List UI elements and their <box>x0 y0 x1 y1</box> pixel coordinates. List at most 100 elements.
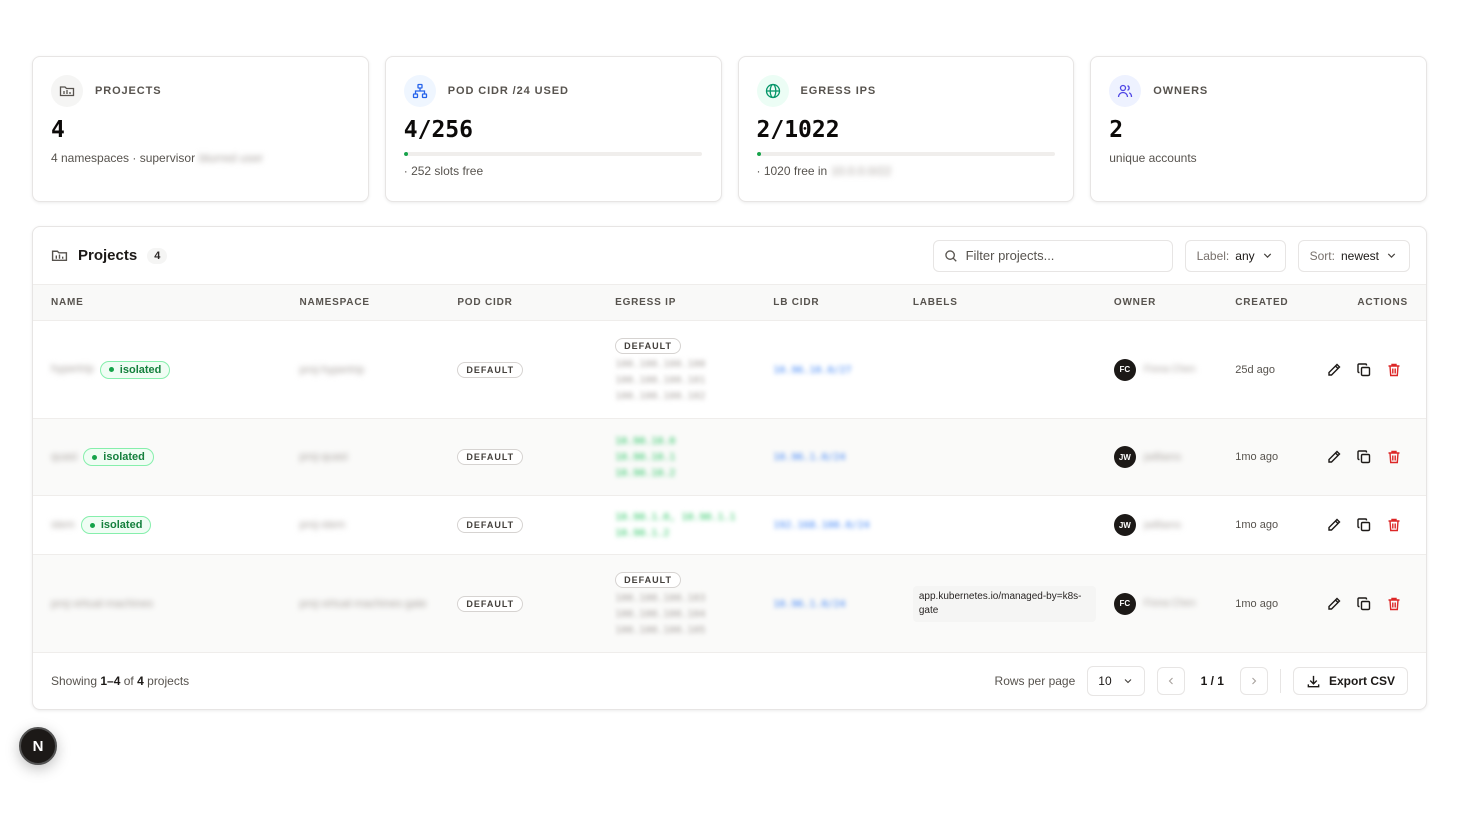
lb-cidr-link[interactable]: 10.96.10.0/27 <box>773 365 851 376</box>
select-value: any <box>1235 248 1255 263</box>
owner: JW jwilliams <box>1113 514 1217 536</box>
stat-label: EGRESS IPS <box>800 85 877 97</box>
copy-icon[interactable] <box>1356 596 1372 612</box>
stat-sub: unique accounts <box>1109 151 1408 165</box>
search-box <box>932 239 1173 272</box>
created-time: 1mo ago <box>1235 451 1279 463</box>
projects-table: NAME NAMESPACE POD CIDR EGRESS IP LB CID… <box>33 284 1426 653</box>
export-csv-button[interactable]: Export CSV <box>1292 667 1408 695</box>
copy-icon[interactable] <box>1356 517 1372 533</box>
search-icon <box>944 249 957 262</box>
stat-value: 4 <box>51 117 65 143</box>
project-name[interactable]: proj-virtual-machines <box>51 598 153 610</box>
egress-ip: 100.100.100.105 <box>615 624 706 636</box>
column-header[interactable]: LB CIDR <box>755 285 895 321</box>
sort-select[interactable]: Sort: newest <box>1297 239 1410 272</box>
avatar: JW <box>1113 446 1136 468</box>
next-page-button[interactable] <box>1239 667 1268 695</box>
table-header-row: NAME NAMESPACE POD CIDR EGRESS IP LB CID… <box>33 284 1426 321</box>
edit-icon[interactable] <box>1326 596 1342 612</box>
showing-total: 4 <box>137 674 144 688</box>
label-filter-select[interactable]: Label: any <box>1184 239 1286 272</box>
download-icon <box>1307 675 1320 687</box>
table-row[interactable]: proj-virtual-machines proj-virtual-machi… <box>33 554 1426 653</box>
stat-cards: PROJECTS 4 4 namespaces · supervisor blu… <box>32 56 1427 202</box>
status-text: isolated <box>119 363 162 376</box>
egress-ip-list: DEFAULT 100.100.100.100 100.100.100.101 … <box>615 337 755 402</box>
egress-default-chip: DEFAULT <box>615 571 681 588</box>
status-text: isolated <box>100 519 143 531</box>
chevron-down-icon <box>1387 253 1396 258</box>
table-footer: Showing 1–4 of 4 projects Rows per page … <box>33 652 1426 709</box>
table-row[interactable]: stem isolated proj-stem DEFAULT 10.90.1.0… <box>33 496 1426 555</box>
stat-card-egress: EGRESS IPS 2/1022 · 1020 free in 10.0.0.… <box>737 56 1075 202</box>
egress-ip-list: 10.90.10.0 10.90.10.1 10.90.10.2 <box>615 436 755 479</box>
stat-label: PROJECTS <box>95 85 162 97</box>
progress-fill <box>403 152 409 156</box>
egress-progress <box>756 152 1055 156</box>
lb-cidr-link[interactable]: 10.96.1.0/24 <box>773 599 845 610</box>
stat-value: 4/256 <box>403 117 473 143</box>
egress-ip-list: 10.90.1.0, 10.90.1.1 10.90.1.2 <box>615 512 755 539</box>
showing-text: Showing <box>51 674 98 688</box>
folder-icon <box>51 250 68 261</box>
trash-icon[interactable] <box>1386 596 1402 612</box>
egress-default-chip: DEFAULT <box>615 337 681 354</box>
avatar: FC <box>1113 358 1136 381</box>
label-chip: app.kubernetes.io/managed-by=k8s-gate <box>912 585 1096 622</box>
edit-icon[interactable] <box>1326 362 1342 378</box>
stat-card-projects: PROJECTS 4 4 namespaces · supervisor blu… <box>32 56 369 202</box>
column-header[interactable]: EGRESS IP <box>597 285 755 321</box>
status-text: isolated <box>103 451 145 463</box>
dev-tools-badge[interactable]: N <box>19 727 57 765</box>
chevron-left-icon <box>1168 677 1173 685</box>
stat-card-owners: OWNERS 2 unique accounts <box>1090 56 1427 202</box>
column-header: LABELS <box>912 297 958 308</box>
pod-cidr-chip: DEFAULT <box>457 361 524 378</box>
stat-sub-text: · 252 slots free <box>403 164 484 178</box>
status-dot <box>92 454 98 460</box>
panel-title-text: Projects <box>78 247 138 264</box>
table-row[interactable]: hypertrip isolated proj-hypertrip DEFAULT… <box>33 321 1426 419</box>
trash-icon[interactable] <box>1386 362 1402 378</box>
column-header[interactable]: OWNER <box>1096 285 1217 321</box>
showing-text: projects <box>147 674 190 688</box>
project-name[interactable]: quasi <box>51 451 77 463</box>
egress-ip: 100.100.100.102 <box>615 390 706 402</box>
rows-per-page-select[interactable]: 10 <box>1087 666 1145 696</box>
column-header[interactable]: POD CIDR <box>439 285 597 321</box>
copy-icon[interactable] <box>1356 362 1372 378</box>
chevron-down-icon <box>1124 679 1132 684</box>
lb-cidr-link[interactable]: 10.96.1.0/24 <box>773 452 845 463</box>
stat-sub: · 252 slots free <box>404 164 703 178</box>
avatar: FC <box>1113 592 1136 615</box>
stat-label: OWNERS <box>1153 85 1209 97</box>
column-header[interactable]: CREATED <box>1217 285 1307 321</box>
created-time: 25d ago <box>1235 363 1276 376</box>
lb-cidr-link[interactable]: 192.168.100.0/24 <box>773 520 869 531</box>
project-name[interactable]: stem <box>51 519 75 531</box>
edit-icon[interactable] <box>1326 517 1342 533</box>
trash-icon[interactable] <box>1386 449 1402 465</box>
select-value: newest <box>1340 248 1379 263</box>
showing-range: 1–4 <box>100 674 121 688</box>
copy-icon[interactable] <box>1356 449 1372 465</box>
table-row[interactable]: quasi isolated proj-quasi DEFAULT 10.90.1… <box>33 418 1426 496</box>
stat-card-pod-cidr: POD CIDR /24 USED 4/256 · 252 slots free <box>384 56 722 202</box>
egress-ip: 100.100.100.101 <box>615 374 706 386</box>
rows-per-page-label: Rows per page <box>994 674 1076 688</box>
column-header[interactable]: NAMESPACE <box>281 285 439 321</box>
owner-name: jwilliams <box>1143 451 1182 463</box>
prev-page-button[interactable] <box>1156 667 1185 695</box>
column-header: ACTIONS <box>1357 297 1408 308</box>
owner-name: Fiona Chen <box>1143 598 1196 609</box>
avatar: JW <box>1113 514 1136 536</box>
select-key: Sort: <box>1309 248 1335 263</box>
search-input[interactable] <box>965 248 1156 263</box>
column-header[interactable]: NAME <box>33 285 281 321</box>
namespace: proj-quasi <box>299 451 348 463</box>
edit-icon[interactable] <box>1326 449 1342 465</box>
project-name[interactable]: hypertrip <box>51 363 94 375</box>
divider <box>1279 669 1281 693</box>
trash-icon[interactable] <box>1386 517 1402 533</box>
